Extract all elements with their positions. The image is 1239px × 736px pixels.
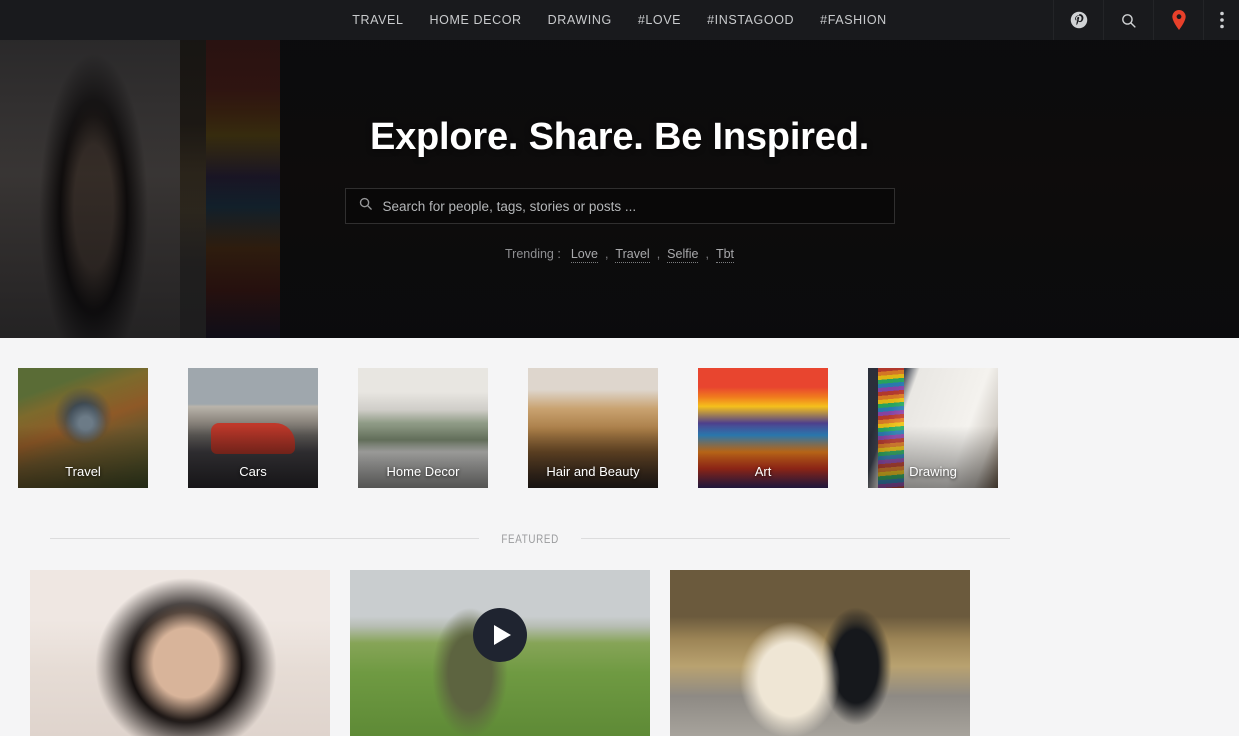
- trending-row: Trending : Love , Travel , Selfie , Tbt: [505, 247, 734, 263]
- category-tile-home-decor[interactable]: Home Decor: [358, 368, 488, 488]
- featured-image: [30, 570, 330, 736]
- trending-link-travel[interactable]: Travel: [615, 247, 650, 263]
- trending-label: Trending :: [505, 247, 561, 261]
- nav-item-love[interactable]: #LOVE: [625, 0, 694, 40]
- nav-item-instagood[interactable]: #INSTAGOOD: [694, 0, 807, 40]
- hero-section: Explore. Share. Be Inspired. Trending : …: [0, 40, 1239, 338]
- play-button[interactable]: [473, 608, 527, 662]
- featured-card-woman-with-mug[interactable]: [30, 570, 330, 736]
- nav-item-drawing[interactable]: DRAWING: [535, 0, 625, 40]
- header-icon-group: [1053, 0, 1239, 40]
- nav-item-travel[interactable]: TRAVEL: [339, 0, 416, 40]
- nav-item-home-decor[interactable]: HOME DECOR: [417, 0, 535, 40]
- divider-line-left: [50, 538, 479, 539]
- search-input[interactable]: [382, 198, 882, 214]
- category-label: Hair and Beauty: [546, 464, 640, 479]
- more-vertical-icon: [1219, 11, 1224, 29]
- pinterest-button[interactable]: [1053, 0, 1103, 40]
- search-icon: [358, 196, 383, 216]
- category-label: Home Decor: [386, 464, 460, 479]
- category-tile-travel[interactable]: Travel: [18, 368, 148, 488]
- trending-link-love[interactable]: Love: [570, 247, 598, 263]
- category-tile-cars[interactable]: Cars: [188, 368, 318, 488]
- category-label: Cars: [239, 464, 267, 479]
- featured-image: [670, 570, 970, 736]
- category-tile-hair-and-beauty[interactable]: Hair and Beauty: [528, 368, 658, 488]
- trending-link-tbt[interactable]: Tbt: [715, 247, 734, 263]
- trending-separator: ,: [705, 247, 709, 261]
- featured-cards: [30, 570, 1030, 736]
- category-label: Travel: [65, 464, 101, 479]
- trending-link-selfie[interactable]: Selfie: [667, 247, 699, 263]
- category-tile-art[interactable]: Art: [698, 368, 828, 488]
- trending-separator: ,: [656, 247, 661, 261]
- trending-separator: ,: [604, 247, 609, 261]
- nav-item-fashion[interactable]: #FASHION: [807, 0, 900, 40]
- page-title: Explore. Share. Be Inspired.: [369, 116, 870, 158]
- divider-line-right: [581, 538, 1010, 539]
- category-tiles: Travel Cars Home Decor Hair and Beauty A…: [18, 368, 1038, 488]
- search-icon: [1120, 12, 1137, 29]
- top-navigation-bar: TRAVEL HOME DECOR DRAWING #LOVE #INSTAGO…: [0, 0, 1239, 40]
- hero-search-bar[interactable]: [344, 188, 895, 224]
- play-icon: [494, 625, 511, 645]
- location-button[interactable]: [1153, 0, 1203, 40]
- page-root: TRAVEL HOME DECOR DRAWING #LOVE #INSTAGO…: [0, 0, 1239, 736]
- category-label: Drawing: [909, 464, 957, 479]
- more-options-button[interactable]: [1203, 0, 1239, 40]
- location-pin-icon: [1171, 10, 1187, 30]
- category-tile-drawing[interactable]: Drawing: [868, 368, 998, 488]
- featured-divider: FEATURED: [50, 532, 1010, 546]
- featured-card-soldier-video[interactable]: [350, 570, 650, 736]
- pinterest-icon: [1070, 11, 1088, 29]
- search-button[interactable]: [1103, 0, 1153, 40]
- featured-section-label: FEATURED: [501, 531, 559, 546]
- category-label: Art: [754, 464, 772, 479]
- featured-card-man-with-dog[interactable]: [670, 570, 970, 736]
